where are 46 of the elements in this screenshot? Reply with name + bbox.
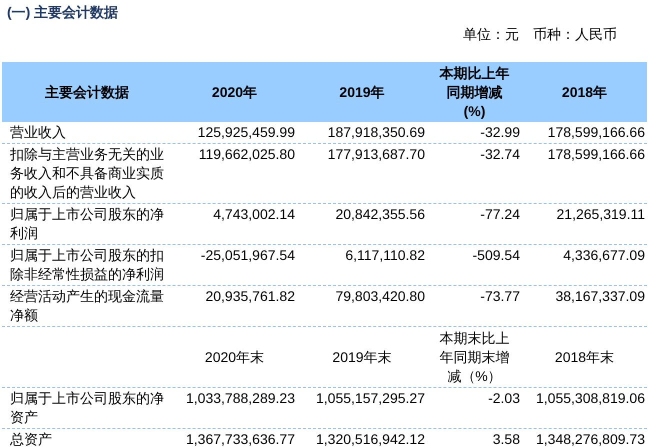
section-title: (一) 主要会计数据 [6,3,118,22]
table-cell-text: -77.24 [479,205,521,224]
table-cell-text: -32.99 [479,123,521,142]
table-cell-text: -25,051,967.54 [200,246,296,265]
row-label: 归属于上市公司股东的净利润 [9,205,165,243]
row-label: 归属于上市公司股东的净资产 [9,389,165,427]
table-cell-text: 21,265,319.11 [556,205,646,224]
table-cell-text: -73.77 [479,287,521,306]
column-header: 2020年末 [204,348,264,366]
table-cell-text: 178,599,166.66 [546,145,646,164]
table-cell-text: 1,320,516,942.12 [315,430,426,447]
table-cell-text: 1,055,157,295.27 [315,389,426,408]
table-cell-text: 20,842,355.56 [334,205,426,224]
table-cell-text: 119,662,025.80 [198,145,296,164]
row-label: 归属于上市公司股东的扣除非经常性损益的净利润 [9,246,165,284]
column-header: 主要会计数据 [45,82,129,102]
table-cell-text: 4,336,677.09 [562,246,646,265]
row-label: 总资产 [9,430,53,447]
table-cell-text: 177,913,687.70 [326,145,426,164]
table-cell-text: 178,599,166.66 [546,123,646,142]
column-header: 2020年 [212,82,258,102]
table-cell-text: -509.54 [472,246,521,265]
table-cell-text: 3.58 [492,430,521,447]
table-cell-text: 1,055,308,819.06 [535,389,646,408]
table-cell-text: -32.74 [479,145,521,164]
table-cell-text: -2.03 [487,389,521,408]
table-cell-text: 125,925,459.99 [196,123,296,142]
column-header: 2018年 [562,82,608,102]
row-label: 经营活动产生的现金流量净额 [9,287,165,325]
table-cell-text: 79,803,420.80 [334,287,426,306]
table-cell-text: 38,167,337.09 [554,287,646,306]
row-label: 营业收入 [9,123,67,142]
table-cell-text: 6,117,110.82 [344,246,426,265]
column-header: 2019年 [339,82,385,102]
row-label: 扣除与主营业务无关的业务收入和不具备商业实质的收入后的营业收入 [9,145,165,202]
table-cell-text: 1,367,733,636.77 [185,430,296,447]
unit-note: 单位：元 币种：人民币 [463,25,617,44]
table-cell-text: 1,033,788,289.23 [185,389,296,408]
table-cell-text: 1,348,276,809.73 [535,430,646,447]
table-cell-text: 187,918,350.69 [326,123,426,142]
column-header: 2019年末 [332,348,392,366]
column-header: 本期末比上年同期末增减（%） [438,328,510,386]
table-cell-text: 20,935,761.82 [204,287,296,306]
column-header: 本期比上年同期增减(%) [438,64,510,120]
table-cell-text: 4,743,002.14 [212,205,296,224]
column-header: 2018年末 [554,348,614,366]
